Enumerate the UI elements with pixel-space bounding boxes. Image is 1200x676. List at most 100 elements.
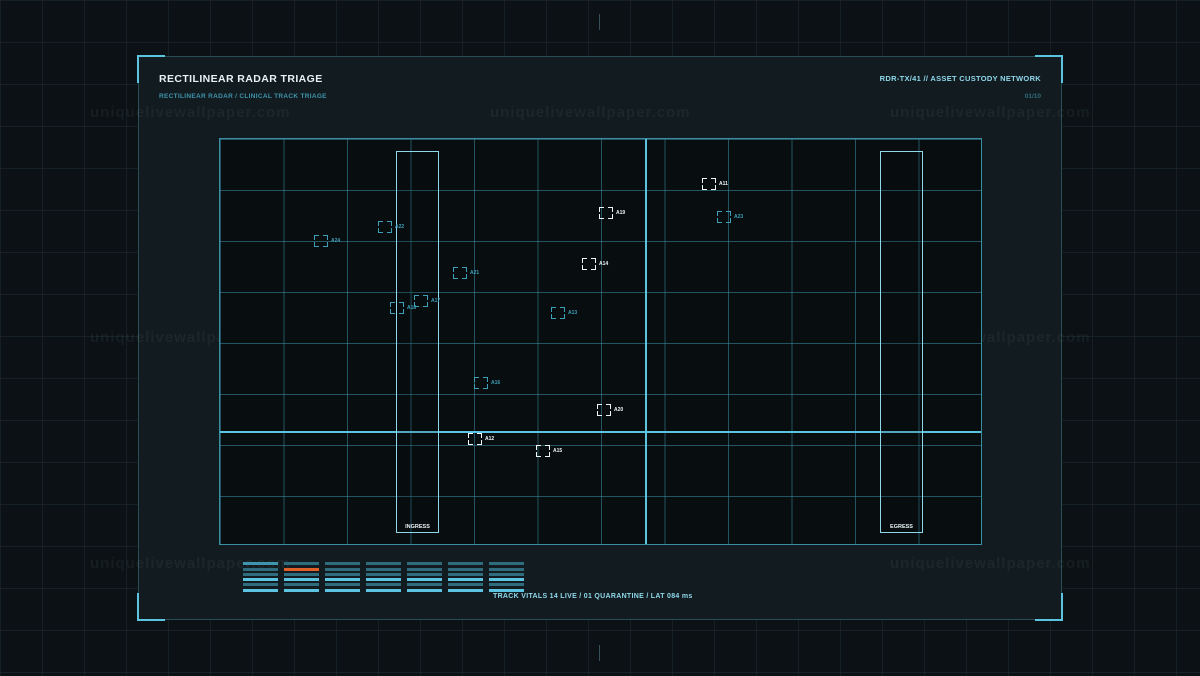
track-marker[interactable]: A20 — [597, 404, 623, 416]
target-bracket — [323, 235, 328, 240]
target-bracket — [599, 214, 604, 219]
track-id-label: A16 — [491, 380, 501, 386]
track-marker[interactable]: A21 — [453, 267, 479, 279]
vitals-bar — [489, 573, 524, 576]
vitals-bar — [366, 578, 401, 581]
watermark: uniquelivewallpaper.com — [90, 104, 291, 121]
network-label: RDR-TX/41 // ASSET CUSTODY NETWORK — [879, 74, 1041, 83]
track-marker[interactable]: A13 — [551, 307, 577, 319]
vitals-bar — [407, 583, 442, 586]
vitals-bar — [325, 578, 360, 581]
track-marker[interactable]: A12 — [468, 433, 494, 445]
target-bracket — [599, 207, 604, 212]
vitals-bar — [407, 573, 442, 576]
vitals-bar — [366, 589, 401, 592]
vitals-bar — [407, 589, 442, 592]
vitals-bar — [366, 573, 401, 576]
track-id-label: A20 — [614, 407, 624, 413]
bottom-tick-mark — [599, 645, 600, 661]
target-bracket — [483, 377, 488, 382]
target-bracket — [462, 274, 467, 279]
track-marker[interactable]: A22 — [378, 221, 404, 233]
target-bracket — [606, 404, 611, 409]
target-bracket — [702, 178, 707, 183]
track-marker[interactable]: A16 — [474, 377, 500, 389]
track-marker[interactable]: A24 — [314, 235, 340, 247]
target-bracket — [453, 274, 458, 279]
track-id-label: A19 — [616, 210, 626, 216]
vitals-bar — [284, 573, 319, 576]
vitals-bar — [284, 568, 319, 571]
target-bracket — [387, 228, 392, 233]
vitals-bar — [284, 578, 319, 581]
vitals-bar — [489, 583, 524, 586]
target-bracket — [597, 411, 602, 416]
egress-lane[interactable]: EGRESS — [880, 151, 923, 533]
ingress-label: INGRESS — [405, 524, 430, 530]
vitals-bar — [243, 578, 278, 581]
vitals-bar — [407, 562, 442, 565]
ingress-lane[interactable]: INGRESS — [396, 151, 439, 533]
target-bracket — [717, 218, 722, 223]
target-bracket — [390, 309, 395, 314]
track-id-label: A18 — [407, 305, 417, 311]
track-marker[interactable]: A14 — [582, 258, 608, 270]
track-id-label: A12 — [485, 436, 495, 442]
target-bracket — [399, 309, 404, 314]
vitals-bar — [366, 583, 401, 586]
track-id-label: A21 — [470, 270, 480, 276]
vitals-bar — [325, 589, 360, 592]
target-bracket — [468, 440, 473, 445]
target-bracket — [591, 265, 596, 270]
target-bracket — [423, 295, 428, 300]
target-bracket — [582, 258, 587, 263]
target-bracket — [591, 258, 596, 263]
vitals-bar — [284, 583, 319, 586]
vitals-bar — [243, 583, 278, 586]
vitals-bar — [448, 562, 483, 565]
track-id-label: A23 — [734, 214, 744, 220]
target-bracket — [399, 302, 404, 307]
target-bracket — [726, 211, 731, 216]
target-bracket — [582, 265, 587, 270]
track-marker[interactable]: A11 — [702, 178, 728, 190]
vitals-bar — [407, 578, 442, 581]
target-bracket — [545, 452, 550, 457]
track-marker[interactable]: A15 — [536, 445, 562, 457]
target-bracket — [551, 307, 556, 312]
track-id-label: A24 — [331, 238, 341, 244]
track-marker[interactable]: A23 — [717, 211, 743, 223]
track-id-label: A17 — [431, 298, 441, 304]
target-bracket — [474, 384, 479, 389]
watermark: uniquelivewallpaper.com — [890, 104, 1091, 121]
vitals-bar — [489, 568, 524, 571]
top-tick-mark — [599, 14, 600, 30]
target-bracket — [477, 440, 482, 445]
target-bracket — [468, 433, 473, 438]
vitals-bar — [325, 573, 360, 576]
vitals-bar — [448, 578, 483, 581]
corner-bracket — [137, 593, 165, 621]
target-bracket — [711, 178, 716, 183]
track-marker[interactable]: A18 — [390, 302, 416, 314]
track-id-label: A15 — [553, 448, 563, 454]
center-vertical-axis — [645, 139, 647, 544]
target-bracket — [453, 267, 458, 272]
target-bracket — [608, 207, 613, 212]
target-bracket — [323, 242, 328, 247]
vitals-bar — [448, 568, 483, 571]
vitals-bar — [489, 562, 524, 565]
target-bracket — [711, 185, 716, 190]
horizontal-divider — [220, 431, 981, 433]
target-bracket — [597, 404, 602, 409]
vitals-bar — [243, 573, 278, 576]
track-id-label: A11 — [719, 181, 728, 187]
track-id-label: A22 — [395, 224, 405, 230]
vitals-bar — [325, 562, 360, 565]
vitals-bar — [448, 573, 483, 576]
radar-grid: INGRESS EGRESS A11 A19 A23 A24 A22 A14 A21 A17 A… — [219, 138, 982, 545]
target-bracket — [378, 228, 383, 233]
track-marker[interactable]: A19 — [599, 207, 625, 219]
vitals-bar — [448, 589, 483, 592]
target-bracket — [545, 445, 550, 450]
